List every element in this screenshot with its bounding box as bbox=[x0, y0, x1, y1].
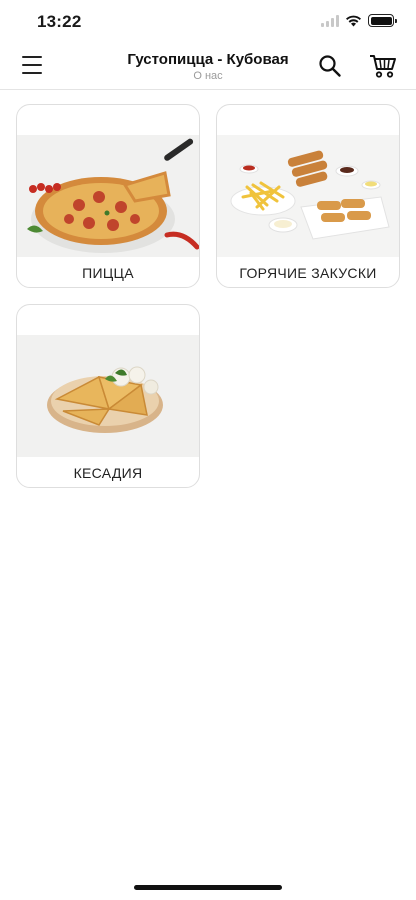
menu-icon bbox=[22, 56, 42, 58]
status-time: 13:22 bbox=[37, 12, 82, 31]
search-button[interactable] bbox=[318, 54, 342, 78]
search-icon bbox=[319, 55, 341, 77]
restaurant-title: Густопицца - Кубовая bbox=[127, 51, 289, 68]
home-indicator[interactable] bbox=[134, 885, 282, 890]
battery-level bbox=[370, 16, 392, 25]
cart-button[interactable] bbox=[369, 53, 397, 79]
nav-bar: Густопицца - Кубовая О нас bbox=[0, 44, 416, 90]
status-bar: 13:22 bbox=[0, 0, 416, 44]
wifi-icon bbox=[346, 15, 361, 27]
category-card-quesadilla[interactable]: КЕСАДИЯ bbox=[16, 304, 200, 488]
category-card-hot-snacks[interactable]: ГОРЯЧИЕ ЗАКУСКИ bbox=[216, 104, 400, 288]
category-card-pizza[interactable]: ПИЦЦА bbox=[16, 104, 200, 288]
category-label: ГОРЯЧИЕ ЗАКУСКИ bbox=[239, 265, 377, 281]
cellular-signal-icon bbox=[321, 14, 339, 27]
pizza-photo bbox=[17, 135, 199, 257]
cart-icon bbox=[370, 55, 396, 78]
about-link[interactable]: О нас bbox=[90, 70, 326, 82]
menu-button[interactable] bbox=[22, 56, 42, 74]
status-icons bbox=[321, 14, 397, 27]
battery-icon bbox=[368, 14, 397, 27]
quesadilla-photo bbox=[17, 335, 199, 457]
category-label: ПИЦЦА bbox=[82, 265, 134, 281]
hot-snacks-photo bbox=[217, 135, 399, 257]
category-label: КЕСАДИЯ bbox=[73, 465, 143, 481]
